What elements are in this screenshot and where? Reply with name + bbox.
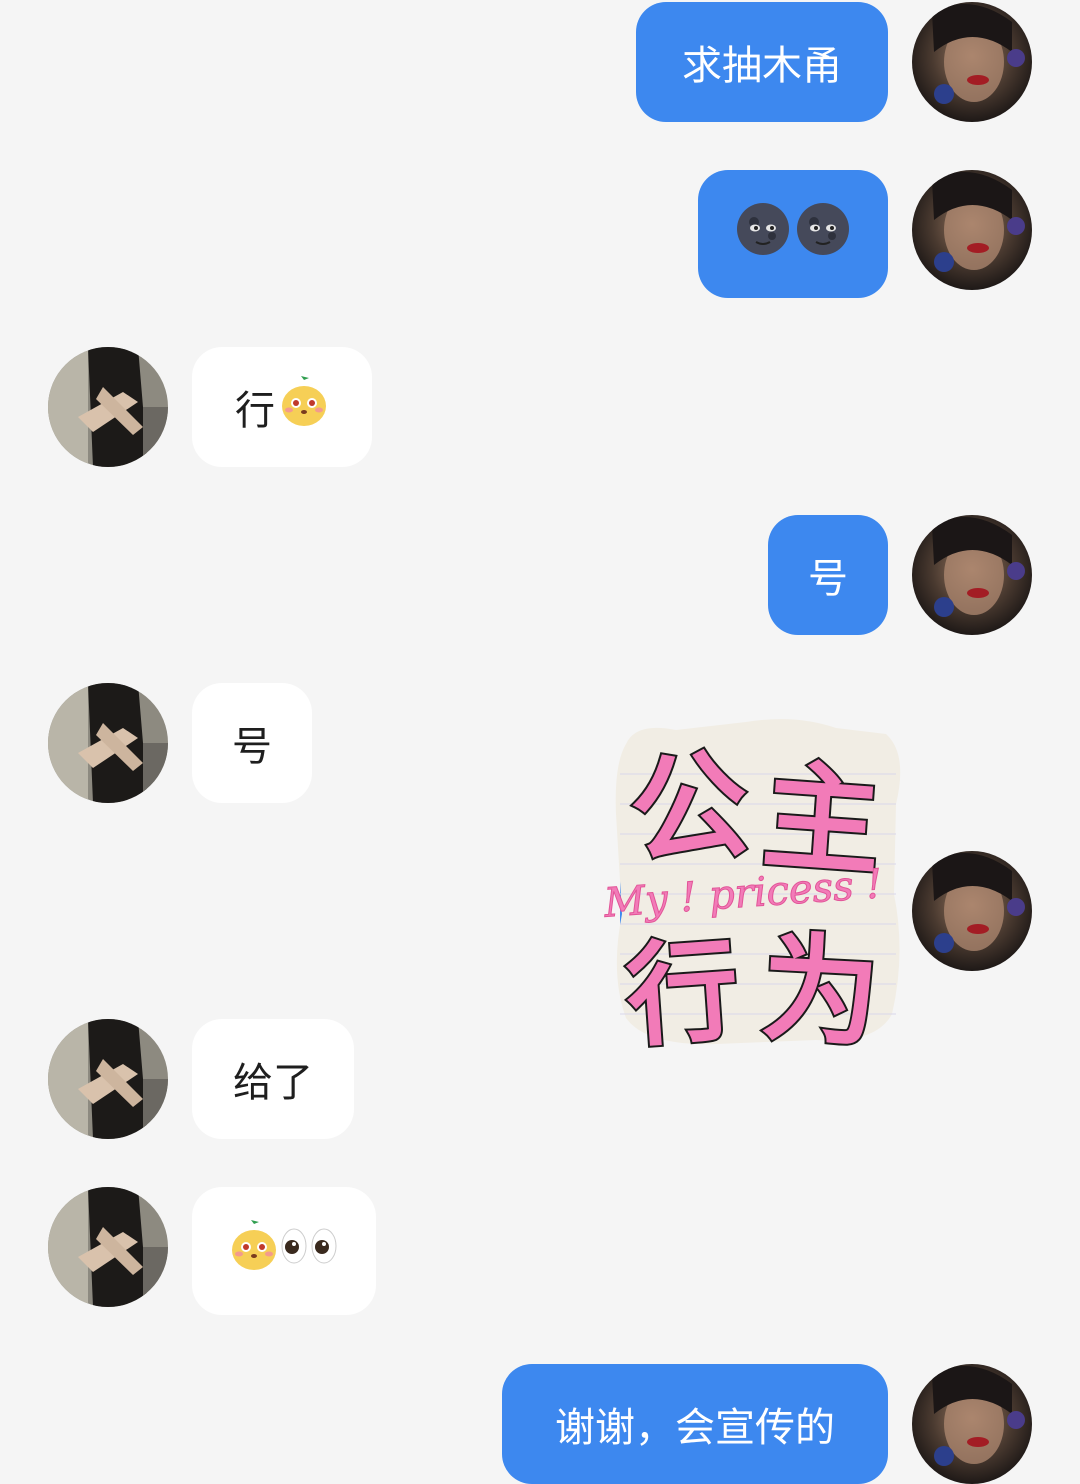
message-text: 谢谢，会宣传的: [555, 1405, 835, 1451]
incoming-message-bubble[interactable]: 行: [192, 347, 372, 467]
sticker-char: 为: [758, 919, 883, 1050]
outgoing-message-bubble[interactable]: 谢谢，会宣传的: [502, 1364, 888, 1484]
my-avatar[interactable]: [912, 1364, 1032, 1484]
outgoing-message-bubble[interactable]: 求抽木甬: [636, 2, 888, 122]
contact-avatar[interactable]: [48, 1019, 168, 1139]
message-text: 求抽木甬: [682, 43, 842, 89]
yellow-blob-sticker-emoji: [279, 376, 329, 438]
message-text: 给了: [233, 1060, 313, 1106]
sticker-char: 公: [624, 734, 756, 884]
message-text: 号: [232, 724, 272, 770]
yellow-blob-sticker-emoji: [229, 1220, 279, 1282]
princess-sticker[interactable]: 公 主 行 为 My ! pricess !: [596, 714, 916, 1065]
incoming-message-bubble[interactable]: 号: [192, 683, 312, 803]
new-moon-face-emoji: [736, 202, 790, 266]
new-moon-face-emoji: [796, 202, 850, 266]
my-avatar[interactable]: [912, 2, 1032, 122]
outgoing-message-bubble[interactable]: 号: [768, 515, 888, 635]
contact-avatar[interactable]: [48, 1187, 168, 1307]
message-text: 行: [235, 388, 275, 434]
eyes-emoji: [279, 1226, 339, 1276]
incoming-message-bubble[interactable]: [192, 1187, 376, 1315]
sticker-char: 行: [622, 926, 743, 1050]
message-text: 号: [808, 556, 848, 602]
contact-avatar[interactable]: [48, 347, 168, 467]
my-avatar[interactable]: [912, 515, 1032, 635]
my-avatar[interactable]: [912, 851, 1032, 971]
contact-avatar[interactable]: [48, 683, 168, 803]
my-avatar[interactable]: [912, 170, 1032, 290]
incoming-message-bubble[interactable]: 给了: [192, 1019, 354, 1139]
outgoing-message-bubble[interactable]: [698, 170, 888, 298]
